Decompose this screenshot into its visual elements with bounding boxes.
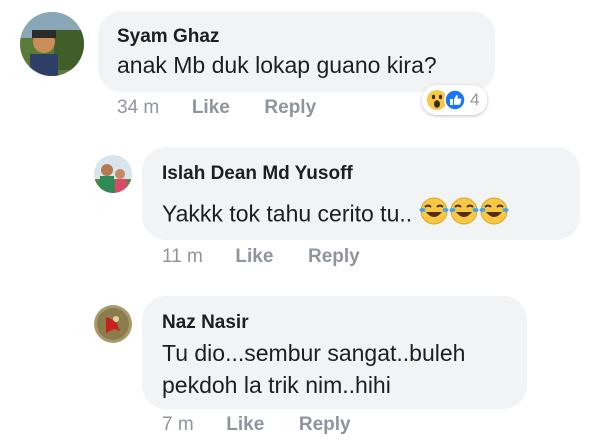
timestamp[interactable]: 11 m (162, 246, 203, 267)
laughing-crying-emoji (449, 196, 479, 235)
comment-meta: 11 m Like Reply (162, 246, 360, 268)
like-button[interactable]: Like (235, 246, 273, 267)
like-button[interactable]: Like (226, 414, 264, 435)
author-name[interactable]: Islah Dean Md Yusoff (162, 163, 353, 185)
reply-button[interactable]: Reply (299, 414, 351, 435)
laughing-crying-emoji (419, 196, 449, 235)
reply-button[interactable]: Reply (264, 97, 316, 118)
comment-text: anak Mb duk lokap guano kira? (117, 52, 437, 78)
comment-text: Yakkk tok tahu cerito tu.. (162, 196, 509, 235)
comment-text-content: Yakkk tok tahu cerito tu.. (162, 200, 413, 227)
author-name[interactable]: Syam Ghaz (117, 26, 219, 48)
reaction-count: 4 (470, 90, 480, 109)
comment-text-line-1: Tu dio...sembur sangat..buleh (162, 340, 466, 366)
timestamp[interactable]: 34 m (117, 97, 159, 118)
reaction-summary[interactable]: 4 (422, 85, 488, 115)
author-name[interactable]: Naz Nasir (162, 312, 249, 334)
avatar[interactable] (94, 305, 132, 343)
like-icon (444, 89, 466, 111)
reply-button[interactable]: Reply (308, 246, 360, 267)
comment-meta: 34 m Like Reply (117, 97, 316, 119)
avatar[interactable] (20, 12, 84, 76)
comment-text-line-2: pekdoh la trik nim..hihi (162, 372, 391, 398)
avatar[interactable] (94, 155, 132, 193)
comment-meta: 7 m Like Reply (162, 414, 351, 436)
timestamp[interactable]: 7 m (162, 414, 194, 435)
laughing-crying-emoji (479, 196, 509, 235)
like-button[interactable]: Like (192, 97, 230, 118)
